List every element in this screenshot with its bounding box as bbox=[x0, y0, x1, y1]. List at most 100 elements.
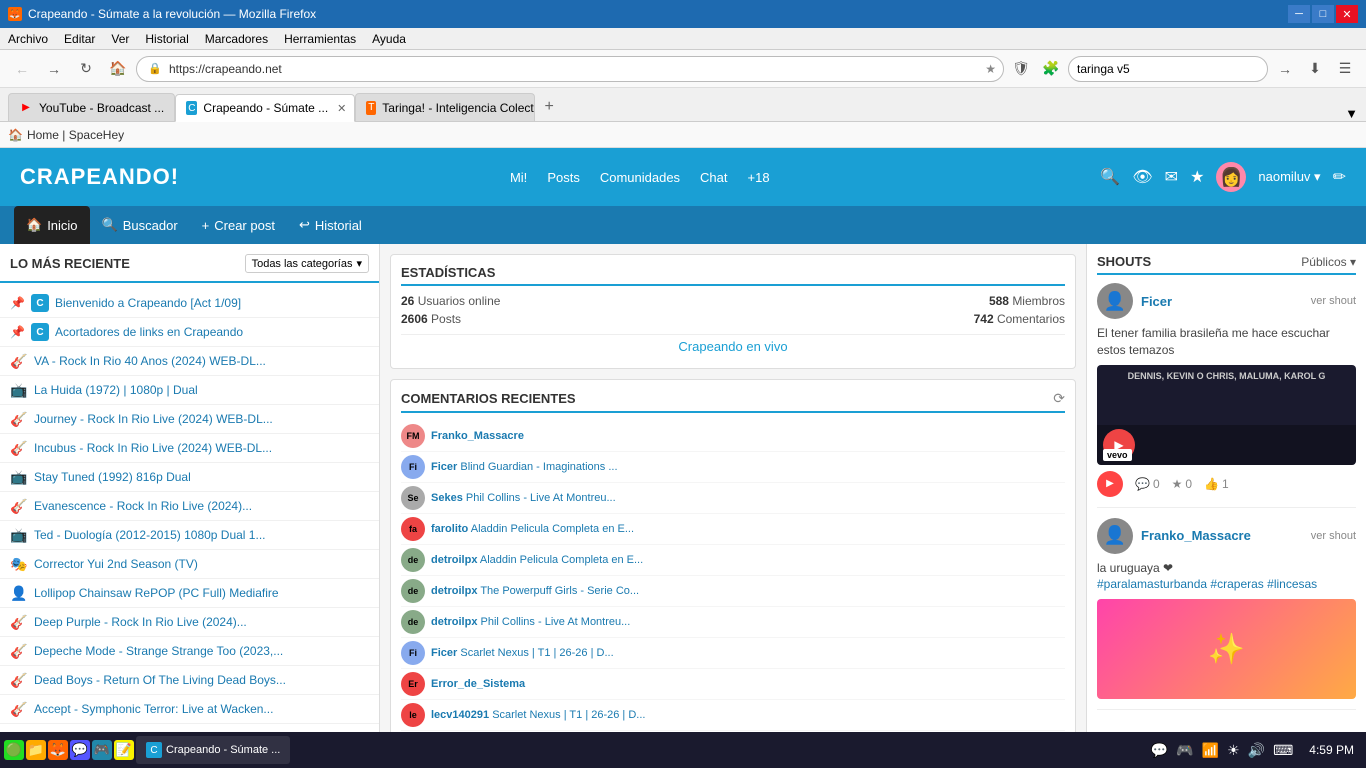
shout-ver-0[interactable]: ver shout bbox=[1311, 295, 1356, 307]
search-input[interactable] bbox=[1068, 56, 1268, 82]
tab-taringa[interactable]: T Taringa! - Inteligencia Colectiva ✕ bbox=[355, 93, 535, 121]
post-item-4[interactable]: 🎸 Journey - Rock In Rio Live (2024) WEB-… bbox=[0, 405, 379, 434]
live-button[interactable]: Crapeando en vivo bbox=[401, 334, 1065, 358]
tab-youtube[interactable]: ▶ YouTube - Broadcast ... bbox=[8, 93, 175, 121]
site-logo[interactable]: CRAPEANDO! bbox=[20, 164, 179, 190]
comment-row-5[interactable]: de detroilpx The Powerpuff Girls - Serie… bbox=[401, 576, 1065, 607]
comment-row-9[interactable]: le lecv140291 Scarlet Nexus | T1 | 26-26… bbox=[401, 700, 1065, 731]
post-item-10[interactable]: 👤 Lollipop Chainsaw RePOP (PC Full) Medi… bbox=[0, 579, 379, 608]
taskbar-app-1[interactable]: 📁 bbox=[26, 740, 46, 760]
extensions-icon[interactable]: 🧩 bbox=[1038, 56, 1064, 82]
shout-likes-action[interactable]: 👍 1 bbox=[1204, 477, 1229, 491]
taskbar-discord[interactable]: 💬 bbox=[70, 740, 90, 760]
taskbar-active-window[interactable]: C Crapeando - Súmate ... bbox=[136, 736, 290, 764]
comment-row-2[interactable]: Se Sekes Phil Collins - Live At Montreu.… bbox=[401, 483, 1065, 514]
new-tab-button[interactable]: + bbox=[535, 93, 563, 121]
user-avatar[interactable]: 👩 bbox=[1216, 162, 1246, 192]
menu-ver[interactable]: Ver bbox=[111, 32, 129, 46]
refresh-comments-icon[interactable]: ⟳ bbox=[1053, 390, 1065, 407]
subnav-inicio[interactable]: 🏠 Inicio bbox=[14, 206, 90, 244]
comment-row-8[interactable]: Er Error_de_Sistema bbox=[401, 669, 1065, 700]
shout-user-0[interactable]: Ficer bbox=[1141, 294, 1172, 309]
nav-chat[interactable]: Chat bbox=[700, 170, 727, 185]
hashtag-1-1[interactable]: #paralamasturbanda bbox=[1097, 577, 1207, 591]
nav-comunidades[interactable]: Comunidades bbox=[600, 170, 680, 185]
comment-row-7[interactable]: Fi Ficer Scarlet Nexus | T1 | 26-26 | D.… bbox=[401, 638, 1065, 669]
comment-row-6[interactable]: de detroilpx Phil Collins - Live At Mont… bbox=[401, 607, 1065, 638]
compose-icon[interactable]: ✏ bbox=[1333, 167, 1346, 187]
shout-stars-action[interactable]: ★ 0 bbox=[1172, 477, 1192, 491]
nav-18[interactable]: +18 bbox=[748, 170, 770, 185]
post-item-14[interactable]: 🎸 Accept - Symphonic Terror: Live at Wac… bbox=[0, 695, 379, 724]
tab-list-button[interactable]: ▼ bbox=[1345, 106, 1358, 121]
comment-row-3[interactable]: fa farolito Aladdin Pelicula Completa en… bbox=[401, 514, 1065, 545]
comment-row-1[interactable]: Fi Ficer Blind Guardian - Imaginations .… bbox=[401, 452, 1065, 483]
eye-icon[interactable]: 👁 bbox=[1132, 167, 1152, 187]
post-item-2[interactable]: 🎸 VA - Rock In Rio 40 Anos (2024) WEB-DL… bbox=[0, 347, 379, 376]
hashtag-1-2[interactable]: #craperas bbox=[1210, 577, 1263, 591]
shouts-filter[interactable]: Públicos ▾ bbox=[1301, 255, 1356, 269]
steam-sys-icon[interactable]: 🎮 bbox=[1176, 742, 1193, 759]
shield-icon[interactable]: 🛡 bbox=[1008, 56, 1034, 82]
comment-row-0[interactable]: FM Franko_Massacre bbox=[401, 421, 1065, 452]
search-go-button[interactable]: → bbox=[1272, 56, 1298, 82]
nav-posts[interactable]: Posts bbox=[547, 170, 580, 185]
subnav-buscador[interactable]: 🔍 Buscador bbox=[90, 206, 190, 244]
post-item-1[interactable]: 📌 C Acortadores de links en Crapeando bbox=[0, 318, 379, 347]
forward-button[interactable]: → bbox=[40, 55, 68, 83]
post-item-12[interactable]: 🎸 Depeche Mode - Strange Strange Too (20… bbox=[0, 637, 379, 666]
taskbar-steam[interactable]: 🎮 bbox=[92, 740, 112, 760]
shout-play-button[interactable]: ▶ bbox=[1097, 471, 1123, 497]
post-item-13[interactable]: 🎸 Dead Boys - Return Of The Living Dead … bbox=[0, 666, 379, 695]
download-icon[interactable]: ⬇ bbox=[1302, 56, 1328, 82]
post-item-6[interactable]: 📺 Stay Tuned (1992) 816p Dual bbox=[0, 463, 379, 492]
discord-sys-icon[interactable]: 💬 bbox=[1151, 742, 1168, 759]
post-item-3[interactable]: 📺 La Huida (1972) | 1080p | Dual bbox=[0, 376, 379, 405]
taskbar-firefox[interactable]: 🦊 bbox=[48, 740, 68, 760]
subnav-historial[interactable]: ↩ Historial bbox=[287, 206, 374, 244]
titlebar-controls[interactable]: ─ □ ✕ bbox=[1288, 5, 1358, 23]
search-icon[interactable]: 🔍 bbox=[1100, 167, 1120, 187]
maximize-button[interactable]: □ bbox=[1312, 5, 1334, 23]
close-button[interactable]: ✕ bbox=[1336, 5, 1358, 23]
back-button[interactable]: ← bbox=[8, 55, 36, 83]
mail-icon[interactable]: ✉ bbox=[1165, 167, 1178, 187]
bookmark-spacehey[interactable]: 🏠 Home | SpaceHey bbox=[8, 128, 124, 142]
username-label[interactable]: naomiluv ▾ bbox=[1258, 169, 1320, 185]
nav-mi[interactable]: Mi! bbox=[510, 170, 527, 185]
bookmark-star-icon[interactable]: ★ bbox=[985, 62, 996, 76]
network-sys-icon[interactable]: 📶 bbox=[1202, 742, 1219, 759]
tab-crapeando-close[interactable]: ✕ bbox=[334, 101, 349, 116]
category-dropdown[interactable]: Todas las categorías ▾ bbox=[245, 254, 369, 273]
home-button[interactable]: 🏠 bbox=[104, 55, 132, 83]
volume-sys-icon[interactable]: 🔊 bbox=[1248, 742, 1265, 759]
shout-comments-action[interactable]: 💬 0 bbox=[1135, 477, 1160, 491]
menu-archivo[interactable]: Archivo bbox=[8, 32, 48, 46]
brightness-sys-icon[interactable]: ☀ bbox=[1227, 742, 1240, 759]
shout-user-1[interactable]: Franko_Massacre bbox=[1141, 528, 1251, 543]
keyboard-sys-icon[interactable]: ⌨ bbox=[1273, 742, 1293, 759]
post-item-8[interactable]: 📺 Ted - Duología (2012-2015) 1080p Dual … bbox=[0, 521, 379, 550]
menu-icon[interactable]: ☰ bbox=[1332, 56, 1358, 82]
tab-crapeando[interactable]: C Crapeando - Súmate ... ✕ bbox=[175, 94, 355, 122]
minimize-button[interactable]: ─ bbox=[1288, 5, 1310, 23]
subnav-crear[interactable]: + Crear post bbox=[190, 206, 287, 244]
menu-ayuda[interactable]: Ayuda bbox=[372, 32, 406, 46]
taskbar-app-0[interactable]: 🟢 bbox=[4, 740, 24, 760]
menu-marcadores[interactable]: Marcadores bbox=[205, 32, 268, 46]
menu-herramientas[interactable]: Herramientas bbox=[284, 32, 356, 46]
hashtag-1-3[interactable]: #lincesas bbox=[1267, 577, 1317, 591]
refresh-button[interactable]: ↻ bbox=[72, 55, 100, 83]
post-item-11[interactable]: 🎸 Deep Purple - Rock In Rio Live (2024).… bbox=[0, 608, 379, 637]
post-item-7[interactable]: 🎸 Evanescence - Rock In Rio Live (2024).… bbox=[0, 492, 379, 521]
address-bar[interactable]: https://crapeando.net bbox=[136, 56, 1004, 82]
comment-row-4[interactable]: de detroilpx Aladdin Pelicula Completa e… bbox=[401, 545, 1065, 576]
menu-editar[interactable]: Editar bbox=[64, 32, 95, 46]
taskbar-notes[interactable]: 📝 bbox=[114, 740, 134, 760]
post-item-0[interactable]: 📌 C Bienvenido a Crapeando [Act 1/09] bbox=[0, 289, 379, 318]
post-item-5[interactable]: 🎸 Incubus - Rock In Rio Live (2024) WEB-… bbox=[0, 434, 379, 463]
shout-ver-1[interactable]: ver shout bbox=[1311, 530, 1356, 542]
star-icon[interactable]: ★ bbox=[1190, 167, 1204, 187]
menu-historial[interactable]: Historial bbox=[145, 32, 188, 46]
post-item-9[interactable]: 🎭 Corrector Yui 2nd Season (TV) bbox=[0, 550, 379, 579]
